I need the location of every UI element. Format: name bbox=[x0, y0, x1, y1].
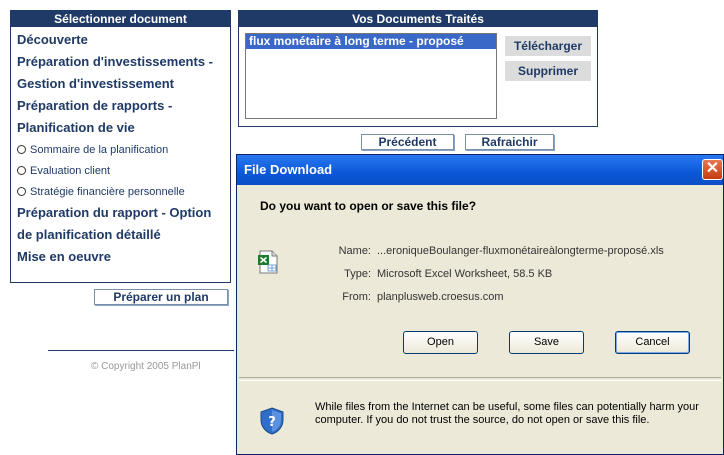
delete-button[interactable]: Supprimer bbox=[505, 61, 591, 81]
previous-button[interactable]: Précédent bbox=[361, 134, 454, 150]
excel-file-icon bbox=[258, 250, 278, 274]
processed-documents-panel: Vos Documents Traités flux monétaire à l… bbox=[238, 10, 598, 127]
refresh-button[interactable]: Rafraichir bbox=[465, 134, 554, 150]
file-type-value: Microsoft Excel Worksheet, 58.5 KB bbox=[377, 268, 553, 280]
document-item[interactable]: flux monétaire à long terme - proposé bbox=[246, 34, 496, 49]
footer-divider bbox=[48, 350, 234, 351]
nav-item-planification-vie[interactable]: Planification de vie bbox=[17, 117, 230, 139]
radio-button[interactable] bbox=[17, 145, 26, 154]
open-button[interactable]: Open bbox=[403, 331, 478, 354]
documents-listbox[interactable]: flux monétaire à long terme - proposé bbox=[245, 33, 497, 119]
cancel-button[interactable]: Cancel bbox=[615, 331, 690, 354]
file-from-row: From: planplusweb.croesus.com bbox=[337, 291, 504, 303]
nav-item-preparation-rapports[interactable]: Préparation de rapports - bbox=[17, 95, 230, 117]
close-icon[interactable]: ✕ bbox=[702, 159, 723, 180]
from-label: From: bbox=[342, 291, 371, 303]
radio-label: Stratégie financière personnelle bbox=[30, 185, 185, 198]
radio-label: Sommaire de la planification bbox=[30, 143, 169, 156]
radio-button[interactable] bbox=[17, 166, 26, 175]
radio-label: Evaluation client bbox=[30, 164, 111, 177]
file-download-dialog: File Download ✕ Do you want to open or s… bbox=[236, 154, 724, 455]
select-document-header: Sélectionner document bbox=[11, 11, 230, 27]
radio-evaluation-client[interactable]: Evaluation client bbox=[17, 160, 230, 181]
radio-button[interactable] bbox=[17, 187, 26, 196]
radio-strategie-financiere[interactable]: Stratégie financière personnelle bbox=[17, 181, 230, 202]
nav-item-planification-detaille[interactable]: de planification détaillé bbox=[17, 224, 230, 246]
processed-documents-header: Vos Documents Traités bbox=[239, 11, 597, 27]
security-warning-text: While files from the Internet can be use… bbox=[315, 401, 699, 426]
prepare-plan-button[interactable]: Préparer un plan bbox=[94, 289, 228, 305]
select-document-panel: Sélectionner document Découverte Prépara… bbox=[10, 10, 231, 283]
file-from-value: planplusweb.croesus.com bbox=[377, 291, 504, 303]
dialog-question: Do you want to open or save this file? bbox=[260, 199, 477, 213]
nav-item-preparation-rapport-option[interactable]: Préparation du rapport - Option bbox=[17, 202, 230, 224]
security-shield-icon: ? bbox=[260, 407, 284, 435]
nav-item-mise-en-oeuvre[interactable]: Mise en oeuvre bbox=[17, 246, 230, 268]
download-button[interactable]: Télécharger bbox=[505, 36, 591, 56]
dialog-titlebar[interactable]: File Download ✕ bbox=[237, 155, 723, 185]
nav-item-preparation-investissements[interactable]: Préparation d'investissements - bbox=[17, 51, 230, 73]
file-name-value: ...eroniqueBoulanger-fluxmonétaireàlongt… bbox=[377, 245, 664, 257]
type-label: Type: bbox=[344, 268, 371, 280]
file-name-row: Name: ...eroniqueBoulanger-fluxmonétaireà… bbox=[337, 245, 664, 257]
name-label: Name: bbox=[338, 245, 371, 257]
save-button[interactable]: Save bbox=[509, 331, 584, 354]
copyright-text: © Copyright 2005 PlanPl bbox=[91, 361, 201, 372]
file-type-row: Type: Microsoft Excel Worksheet, 58.5 KB bbox=[337, 268, 552, 280]
dialog-title: File Download bbox=[244, 162, 333, 177]
nav-item-gestion-investissement[interactable]: Gestion d'investissement bbox=[17, 73, 230, 95]
radio-sommaire[interactable]: Sommaire de la planification bbox=[17, 139, 230, 160]
svg-text:?: ? bbox=[268, 415, 276, 430]
dialog-separator bbox=[239, 377, 721, 381]
nav-item-decouverte[interactable]: Découverte bbox=[17, 29, 230, 51]
nav-list: Découverte Préparation d'investissements… bbox=[11, 27, 230, 268]
